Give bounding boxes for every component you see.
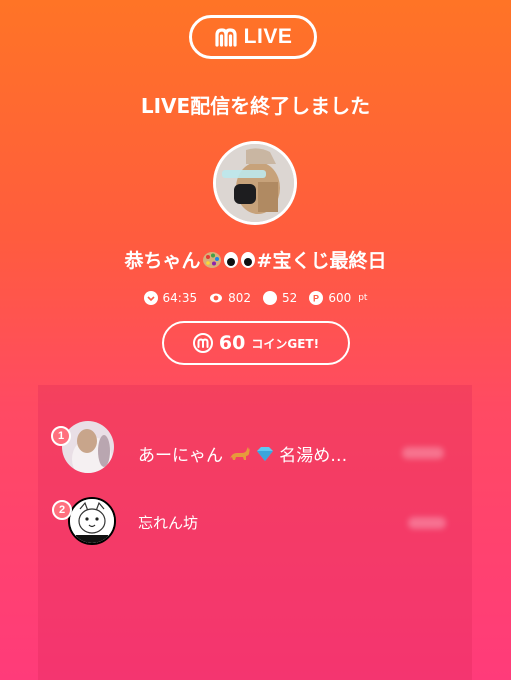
palette-icon	[202, 251, 222, 269]
point-icon: P	[309, 291, 324, 305]
points-value: 600	[328, 291, 352, 305]
ranking-panel: 1 あーにゃん 名湯め… 2 忘れん坊	[38, 385, 472, 680]
ranking-row[interactable]: 1 あーにゃん 名湯め…	[38, 421, 472, 481]
ranker-score-blurred	[408, 517, 446, 529]
live-ended-screen: LIVE LIVE配信を終了しました 恭ちゃん #宝くじ最終日 64:35 80…	[0, 0, 511, 680]
ranking-row[interactable]: 2 忘れん坊	[38, 497, 472, 557]
duration-value: 64:35	[162, 291, 198, 305]
svg-text:P: P	[313, 294, 319, 304]
live-stats: 64:35 802 52 P 600 pt	[0, 291, 511, 305]
views-value: 802	[228, 291, 252, 305]
ranker-name-prefix: あーにゃん	[138, 446, 223, 466]
ranker-score-blurred	[402, 447, 444, 459]
streamer-name-prefix: 恭ちゃん	[124, 250, 201, 272]
coin-suffix: コインGET!	[251, 336, 320, 351]
get-coins-button[interactable]: 60 コインGET!	[162, 321, 350, 365]
mixchannel-live-logo: LIVE	[189, 15, 317, 59]
ranker-avatar[interactable]	[68, 497, 116, 545]
streamer-name-suffix: #宝くじ最終日	[256, 250, 387, 272]
brand-label: LIVE	[243, 25, 293, 48]
coin-amount: 60	[218, 332, 246, 354]
page-title: LIVE配信を終了しました	[140, 94, 371, 118]
points-stat: P 600 pt	[309, 291, 367, 305]
eye-icon	[209, 291, 223, 305]
comments-stat: 52	[263, 291, 297, 305]
clock-icon	[143, 291, 158, 305]
comments-value: 52	[282, 291, 298, 305]
comment-bubble-icon	[263, 291, 278, 305]
eyes-icon	[223, 251, 257, 269]
ranker-avatar[interactable]	[62, 421, 114, 473]
ranker-name: 忘れん坊	[138, 514, 199, 532]
ranker-name-suffix: 名湯め…	[279, 446, 348, 466]
gem-icon	[256, 446, 274, 467]
duration-stat: 64:35	[143, 291, 198, 305]
rank-badge: 2	[52, 500, 72, 520]
ranker-name: あーにゃん 名湯め…	[138, 441, 347, 467]
cat-icon	[228, 446, 251, 467]
m-logo-icon	[214, 26, 238, 48]
views-stat: 802	[209, 291, 251, 305]
streamer-avatar[interactable]	[213, 141, 297, 225]
points-unit: pt	[358, 293, 368, 303]
rank-badge: 1	[51, 426, 71, 446]
streamer-name: 恭ちゃん #宝くじ最終日	[0, 246, 511, 273]
coin-icon	[192, 333, 213, 353]
